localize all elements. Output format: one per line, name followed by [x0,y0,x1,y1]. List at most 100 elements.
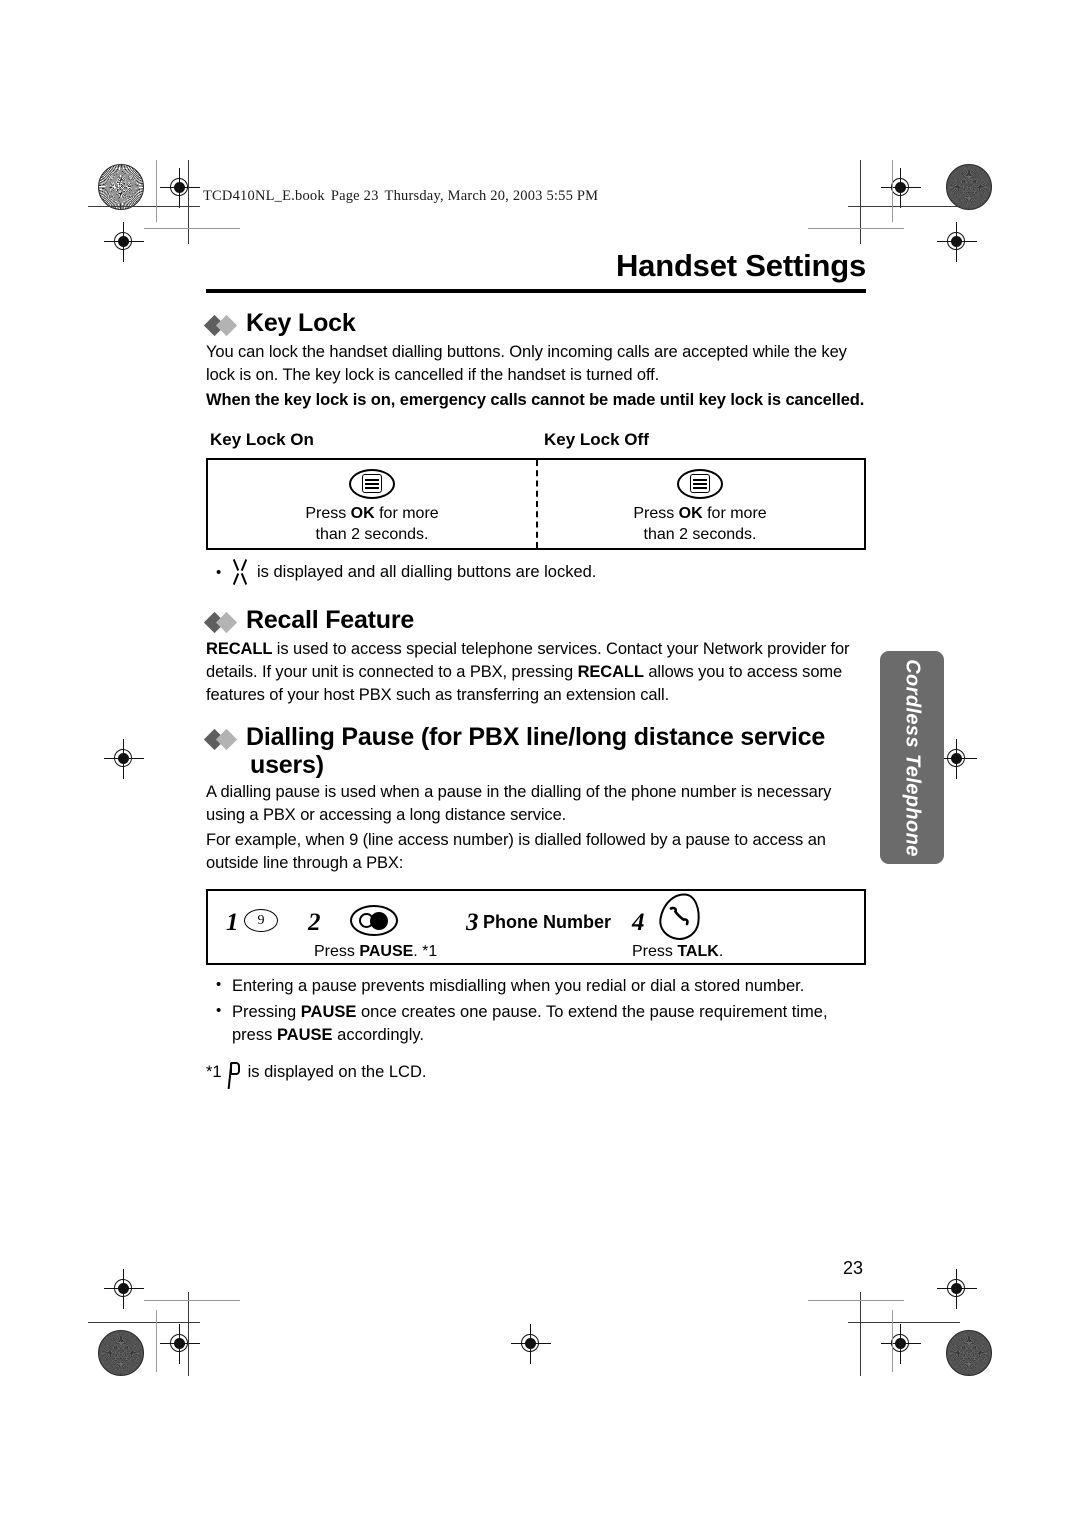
pause-lcd-icon [226,1061,242,1091]
talk-key-icon [656,890,704,944]
key-lock-on-cell: Press OK for more than 2 seconds. [208,460,536,548]
key-lock-note-row: • is displayed and all dialling buttons … [206,558,866,588]
heading-key-lock: Key Lock [203,308,866,339]
step-4-caption: Press TALK. [632,944,723,960]
side-tab-label: Cordless Telephone [901,658,924,857]
crop-mark-top-right-h [848,206,960,207]
step-4-caption-post: . [718,943,724,961]
step-2-caption: Press PAUSE. *1 [314,944,437,960]
registration-rosette-top-right [946,164,992,210]
bullet-dot: • [216,564,222,582]
pause-key-icon [350,905,398,937]
heading-dialling-pause: Dialling Pause (for PBX line/long distan… [203,723,866,779]
footnote-row: *1 is displayed on the LCD. [206,1061,866,1091]
file-header-filename: TCD410NL_E.book [203,188,325,204]
key-lock-note-text: is displayed and all dialling buttons ar… [257,563,597,582]
heading-dialling-pause-line2: users) [250,751,324,780]
heading-key-lock-label: Key Lock [246,308,356,337]
step-4-caption-bold: TALK [677,943,719,961]
key-lock-on-label: Key Lock On [210,429,314,449]
bullet-2-pre: Pressing [232,1002,301,1021]
step-2-number: 2 [308,909,321,937]
key-lock-on-caption-bold: OK [350,504,375,522]
registration-crosshair-top-right-lower [937,222,977,262]
list-item: Pressing PAUSE once creates one pause. T… [206,1000,866,1047]
recall-feature-paragraph: RECALL is used to access special telepho… [206,638,866,707]
key-lock-paragraph-2: When the key lock is on, emergency calls… [206,390,865,409]
crop-mark-top-left-h [88,206,200,207]
dialling-pause-paragraph-2: For example, when 9 (line access number)… [206,831,826,873]
crop-mark-bottom-right-h [848,1322,960,1323]
key-lock-table: Press OK for more than 2 seconds. Press … [206,457,866,550]
dialling-pause-bullet-list: Entering a pause prevents misdialling wh… [206,974,866,1047]
key-lock-off-cell: Press OK for more than 2 seconds. [536,460,864,548]
step-2-caption-pre: Press [314,943,360,961]
diamond-bullet-icon [203,726,246,753]
crop-mark-bottom-left-h2 [144,1300,240,1301]
crop-mark-bottom-right-h2 [808,1300,904,1301]
registration-rosette-bottom-right [946,1330,992,1376]
registration-crosshair-top-left [160,168,200,208]
step-4-number: 4 [632,909,645,937]
key-lock-paragraph-1: You can lock the handset dialling button… [206,342,847,384]
file-header-line: TCD410NL_E.book Page 23 Thursday, March 20… [203,188,598,205]
registration-crosshair-bottom-left-lower [160,1324,200,1364]
heading-recall-feature-label: Recall Feature [246,605,415,634]
ok-softkey-icon [349,468,395,499]
crop-mark-bottom-right-v [860,1292,861,1376]
list-item: Entering a pause prevents misdialling wh… [206,974,866,998]
handset-glyph-icon [669,907,689,926]
ok-softkey-icon [677,468,723,499]
digit-9-key-label: 9 [257,912,265,928]
registration-crosshair-bottom-left [104,1269,144,1309]
step-2-caption-bold: PAUSE [359,943,414,961]
step-2-caption-post: . *1 [413,943,438,961]
registration-rosette-top-left [98,164,144,210]
bullet-2-bold-1: PAUSE [300,1002,357,1021]
footnote-text: is displayed on the LCD. [247,1062,427,1081]
key-lock-lcd-icon [232,558,250,588]
page-content: Handset Settings Key Lock You can lock t… [203,249,866,1091]
registration-crosshair-middle-right [937,739,977,779]
crop-mark-bottom-left-v [188,1292,189,1376]
key-lock-table-divider [536,459,538,548]
crop-mark-bottom-left-v2 [156,1310,157,1372]
bullet-1-text: Entering a pause prevents misdialling wh… [232,977,805,996]
file-header-page: Page 23 [330,188,379,204]
step-3-number: 3 [466,909,479,937]
registration-crosshair-middle-left [104,739,144,779]
title-rule [206,288,866,293]
heading-dialling-pause-label: Dialling Pause (for PBX line/long distan… [246,723,866,779]
step-1-number: 1 [226,909,239,937]
crop-mark-top-right-h2 [808,228,904,229]
bullet-2-bold-2: PAUSE [276,1025,333,1044]
digit-9-key-icon: 9 [244,909,278,933]
step-3-phone-number-label: Phone Number [483,912,612,933]
dialling-pause-steps-box: 1 9 2 Press PAUSE. *1 3 Phone Number 4 P… [206,889,866,966]
crop-mark-top-left-v2 [156,160,157,222]
footnote-marker: *1 [206,1062,222,1081]
key-lock-off-caption: Press OK for more than 2 seconds. [633,503,766,545]
page-number: 23 [842,1258,864,1278]
diamond-bullet-icon [203,312,246,339]
crop-mark-bottom-right-v2 [892,1310,893,1372]
dialling-pause-paragraph-1: A dialling pause is used when a pause in… [206,783,832,825]
key-lock-off-caption-line2: than 2 seconds. [643,525,757,543]
key-lock-off-caption-post: for more [702,504,767,522]
key-lock-off-label: Key Lock Off [544,429,649,449]
registration-crosshair-top-left-lower [104,222,144,262]
recall-keyword-1: RECALL [206,639,273,658]
key-lock-on-caption-pre: Press [305,504,351,522]
key-lock-off-caption-bold: OK [678,504,703,522]
crop-mark-top-right-v [860,160,861,244]
registration-crosshair-top-right [881,168,921,208]
crop-mark-bottom-left-h [88,1322,200,1323]
key-lock-table-labels: Key Lock On Key Lock Off [206,430,866,454]
registration-crosshair-bottom-right [937,1269,977,1309]
registration-rosette-bottom-left [98,1330,144,1376]
crop-mark-top-left-h2 [144,228,240,229]
bullet-2-post: accordingly. [332,1025,424,1044]
key-lock-on-caption: Press OK for more than 2 seconds. [305,503,438,545]
heading-recall-feature: Recall Feature [203,605,866,636]
recall-keyword-2: RECALL [577,662,644,681]
